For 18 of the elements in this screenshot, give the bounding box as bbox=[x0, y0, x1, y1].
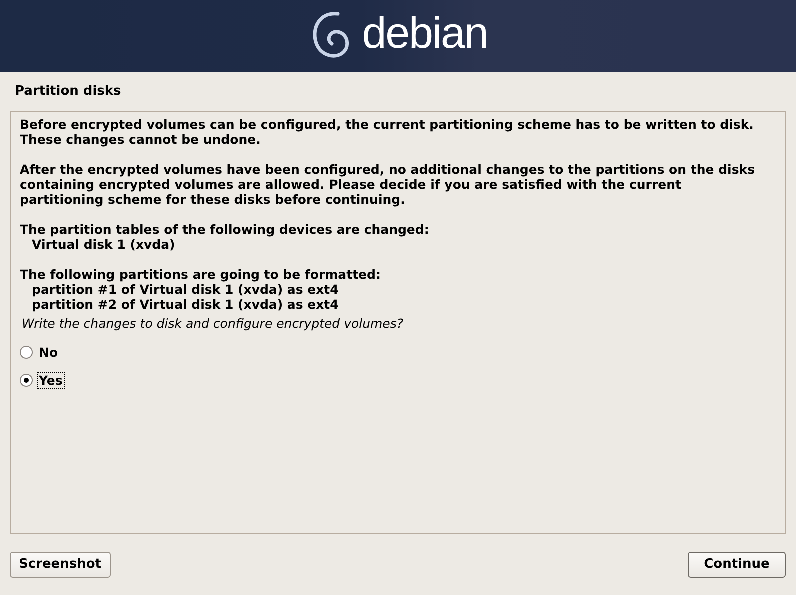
radio-button[interactable] bbox=[20, 374, 33, 386]
screenshot-button[interactable]: Screenshot bbox=[10, 552, 111, 578]
list-heading: The following partitions are going to be formatted: bbox=[20, 267, 382, 282]
paragraph: Before encrypted volumes can be configured, the current partitioning scheme has to be written to disk. These changes cannot be undone. bbox=[20, 117, 755, 147]
radio-button[interactable] bbox=[20, 346, 33, 358]
radio-option[interactable]: Yes bbox=[20, 372, 776, 388]
list-item: partition #1 of Virtual disk 1 (xvda) as ext4 bbox=[31, 282, 340, 297]
logo-text: debian bbox=[362, 12, 488, 60]
option-label: No bbox=[38, 344, 60, 360]
continue-button[interactable]: Continue bbox=[688, 552, 786, 578]
radio-option[interactable]: No bbox=[20, 344, 776, 360]
page-title: Partition disks bbox=[15, 84, 122, 100]
paragraph: After the encrypted volumes have been configured, no additional changes to the partitions on the disks containing encrypted volumes are allowed. Please decide if you are satisfied with the current partitioning scheme for these disks before continuing. bbox=[20, 162, 756, 207]
question-text: Write the changes to disk and configure encrypted volumes? bbox=[22, 316, 405, 331]
list-item: partition #2 of Virtual disk 1 (xvda) as ext4 bbox=[31, 297, 340, 312]
option-label: Yes bbox=[38, 372, 64, 388]
list-heading: The partition tables of the following devices are changed: bbox=[20, 222, 430, 237]
list-item: Virtual disk 1 (xvda) bbox=[31, 237, 176, 252]
